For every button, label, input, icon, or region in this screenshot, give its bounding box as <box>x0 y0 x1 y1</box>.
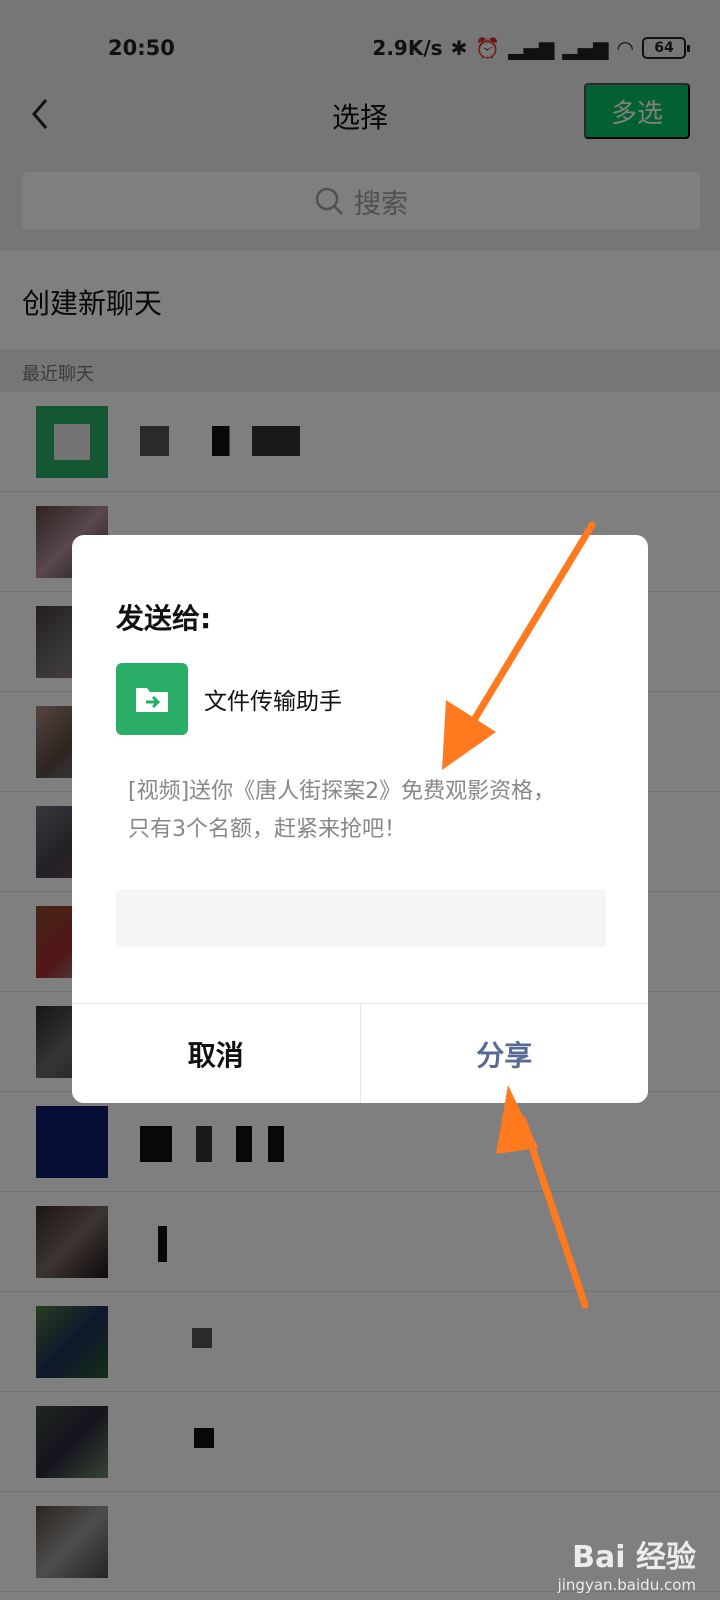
recipient: 文件传输助手 <box>116 663 342 735</box>
baidu-watermark: Bai 经验 jingyan.baidu.com <box>558 1532 696 1594</box>
recipient-name: 文件传输助手 <box>204 689 342 715</box>
leave-message-input[interactable] <box>116 889 606 947</box>
shared-message: [视频]送你《唐人街探案2》免费观影资格，只有3个名额，赶紧来抢吧！ <box>128 779 556 842</box>
share-button[interactable]: 分享 <box>360 1004 648 1103</box>
dialog-actions: 取消 分享 <box>72 1003 648 1103</box>
watermark-logo: Bai 经验 <box>572 1540 696 1575</box>
send-to-dialog: 发送给: 文件传输助手 [视频]送你《唐人街探案2》免费观影资格，只有3个名额，… <box>72 535 648 1103</box>
file-transfer-icon <box>116 663 188 735</box>
watermark-url: jingyan.baidu.com <box>557 1576 696 1594</box>
dialog-title: 发送给: <box>116 602 212 635</box>
cancel-button[interactable]: 取消 <box>72 1004 361 1103</box>
